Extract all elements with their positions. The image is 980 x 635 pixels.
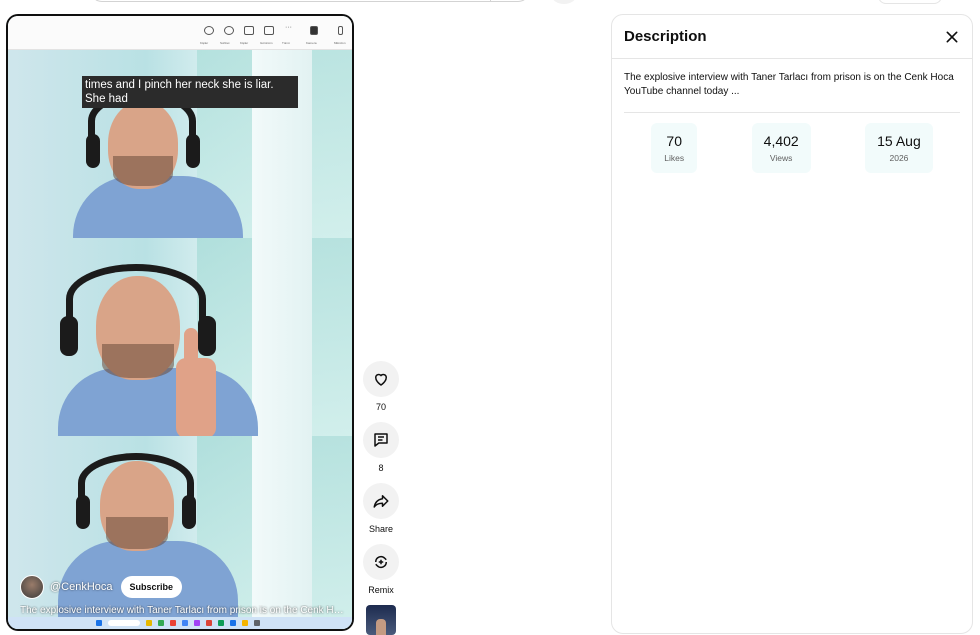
caption-line-2: She had xyxy=(85,93,128,105)
sound-thumbnail[interactable] xyxy=(366,605,396,635)
subscribe-button[interactable]: Subscribe xyxy=(120,576,183,598)
comment-icon xyxy=(374,433,388,447)
top-bar xyxy=(0,0,980,6)
video-scene-2 xyxy=(8,238,352,436)
close-icon[interactable] xyxy=(944,29,960,45)
panel-header: Description xyxy=(612,15,972,59)
comment-action: 8 xyxy=(362,422,400,473)
meeting-toolbar-label: Kişiler xyxy=(200,41,209,45)
share-button[interactable] xyxy=(363,483,399,519)
views-stat: 4,402 Views xyxy=(751,123,811,173)
description-panel: Description The explosive interview with… xyxy=(611,14,973,634)
channel-name[interactable]: @CenkHoca xyxy=(50,581,113,593)
video-frame: ··· Kişiler Sohbet Kişiler Görünüm Tümü Kamer… xyxy=(8,16,352,629)
closed-caption: times and I pinch her neck she is liar. … xyxy=(82,76,298,108)
voice-search-button[interactable] xyxy=(552,0,576,4)
like-action: 70 xyxy=(362,361,400,412)
comment-count: 8 xyxy=(378,463,384,473)
desktop-taskbar xyxy=(8,617,352,629)
meeting-toolbar-label: Tümü xyxy=(282,41,290,45)
date-stat: 15 Aug 2026 xyxy=(865,123,933,173)
like-count: 70 xyxy=(375,402,386,412)
description-text: The explosive interview with Taner Tarla… xyxy=(624,72,954,97)
date-year: 2026 xyxy=(889,153,909,163)
likes-label: Likes xyxy=(664,153,685,163)
video-title[interactable]: The explosive interview with Taner Tarla… xyxy=(20,605,346,616)
meeting-toolbar-label: Kişiler xyxy=(240,41,249,45)
heart-icon xyxy=(374,373,388,386)
stats-row: 70 Likes 4,402 Views 15 Aug 2026 xyxy=(612,113,972,173)
like-button[interactable] xyxy=(363,361,399,397)
remix-button[interactable] xyxy=(363,544,399,580)
shorts-video-player[interactable]: ··· Kişiler Sohbet Kişiler Görünüm Tümü Kamer… xyxy=(6,14,354,631)
meeting-toolbar-label: Görünüm xyxy=(260,41,273,45)
date-value: 15 Aug xyxy=(877,133,921,149)
remix-action: Remix xyxy=(362,544,400,595)
comment-button[interactable] xyxy=(363,422,399,458)
video-scene-3 xyxy=(8,436,352,629)
remix-label: Remix xyxy=(368,585,394,595)
panel-title: Description xyxy=(624,28,707,45)
meeting-toolbar: ··· Kişiler Sohbet Kişiler Görünüm Tümü Kamer… xyxy=(8,16,352,50)
likes-value: 70 xyxy=(666,133,682,149)
search-input[interactable] xyxy=(90,0,530,2)
share-icon xyxy=(373,495,389,508)
remix-icon xyxy=(374,555,388,569)
meeting-toolbar-label: Mikrofon xyxy=(334,41,346,45)
channel-avatar[interactable] xyxy=(20,575,44,599)
caption-line-1: times and I pinch her neck she is liar. xyxy=(85,79,274,91)
views-value: 4,402 xyxy=(763,133,799,149)
share-label: Share xyxy=(368,524,394,534)
views-label: Views xyxy=(769,153,793,163)
account-button[interactable] xyxy=(878,0,942,4)
likes-stat: 70 Likes xyxy=(651,123,698,173)
meeting-toolbar-label: Kamera xyxy=(306,41,317,45)
channel-info: @CenkHoca Subscribe xyxy=(20,575,183,599)
meeting-toolbar-label: Sohbet xyxy=(220,41,230,45)
share-action: Share xyxy=(362,483,400,534)
action-rail: 70 8 Share Remix xyxy=(362,361,400,635)
